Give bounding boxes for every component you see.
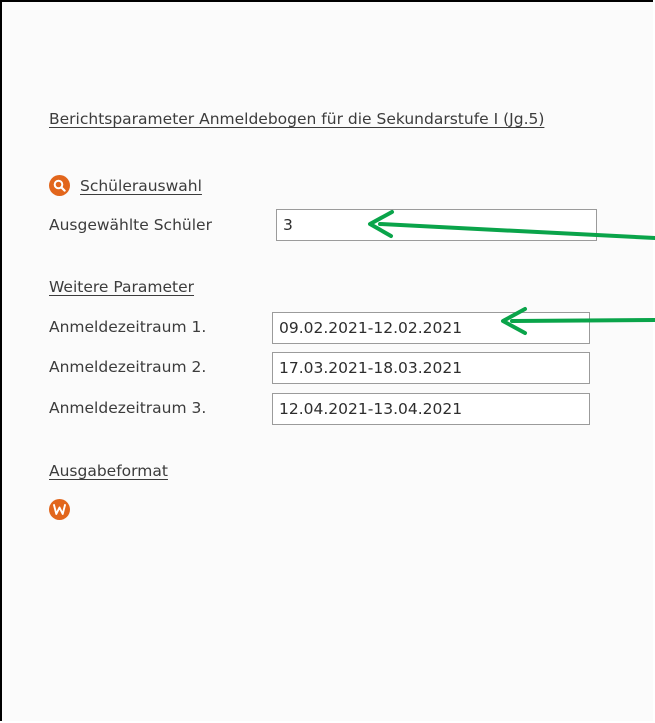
search-icon[interactable]	[49, 175, 70, 196]
page-title: Berichtsparameter Anmeldebogen für die S…	[49, 110, 545, 128]
period-3-label: Anmeldezeitraum 3.	[49, 399, 207, 417]
student-selection-label[interactable]: Schülerauswahl	[80, 177, 202, 195]
word-icon[interactable]	[49, 499, 70, 520]
period-1-label: Anmeldezeitraum 1.	[49, 318, 207, 336]
report-parameter-panel: Berichtsparameter Anmeldebogen für die S…	[0, 0, 653, 721]
period-1-input[interactable]: 09.02.2021-12.02.2021	[272, 312, 590, 344]
selected-students-field[interactable]: 3	[276, 209, 597, 241]
selected-students-label: Ausgewählte Schüler	[49, 216, 212, 234]
output-format-heading: Ausgabeformat	[49, 462, 168, 480]
period-2-input[interactable]: 17.03.2021-18.03.2021	[272, 352, 590, 384]
period-2-label: Anmeldezeitraum 2.	[49, 358, 207, 376]
student-selection-link[interactable]: Schülerauswahl	[49, 175, 202, 196]
further-parameters-heading: Weitere Parameter	[49, 278, 195, 296]
period-3-input[interactable]: 12.04.2021-13.04.2021	[272, 393, 590, 425]
